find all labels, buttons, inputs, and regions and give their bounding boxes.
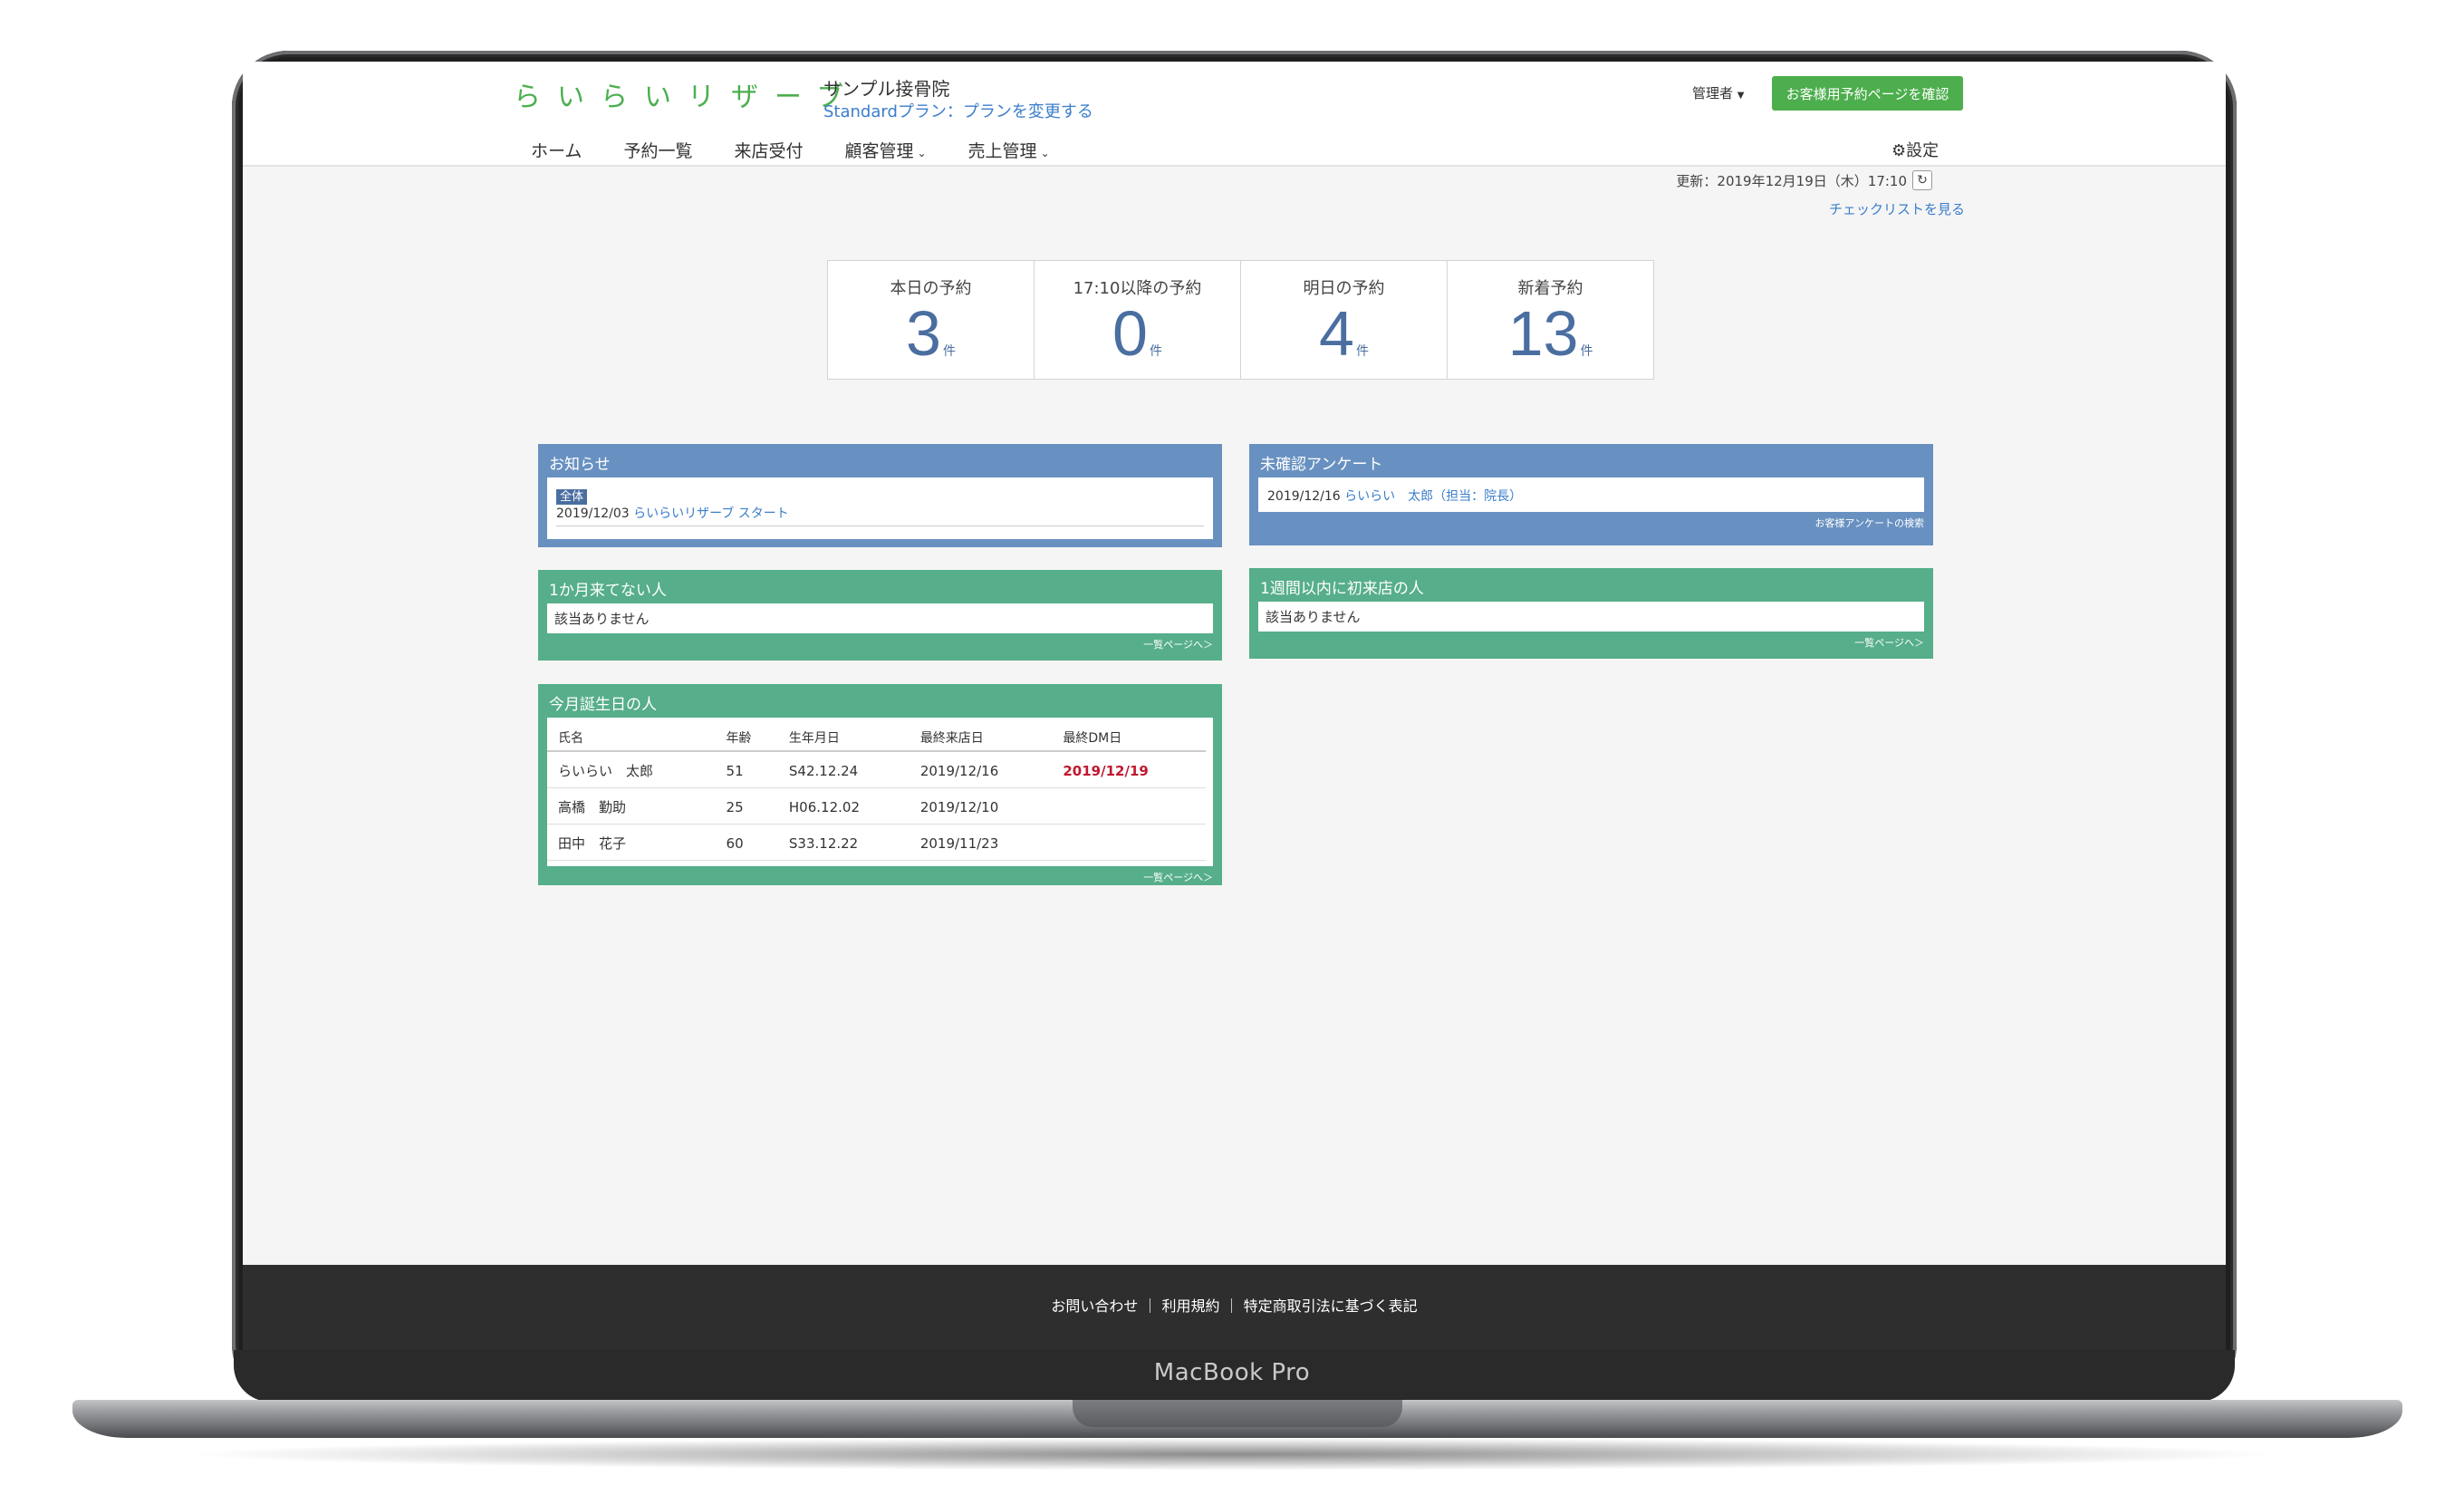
cell-last-dm [1052, 824, 1206, 861]
column-header: 年齢 [715, 721, 778, 752]
notice-tag: 全体 [556, 489, 588, 505]
inactive-panel: 1か月来てない人 該当ありません 一覧ページへ＞ [538, 570, 1222, 661]
updated-text: 更新：2019年12月19日（木）17:10 [1676, 172, 1907, 189]
first-visit-list-link[interactable]: 一覧ページへ＞ [1249, 632, 1933, 653]
birthday-panel: 今月誕生日の人 氏名 年齢 生年月日 最終来店日 最終DM日 らいらい 太郎 5… [538, 684, 1222, 885]
panel-title: 1か月来てない人 [549, 582, 667, 600]
stat-tomorrow[interactable]: 明日の予約 4件 [1241, 261, 1448, 379]
first-visit-panel: 1週間以内に初来店の人 該当ありません 一覧ページへ＞ [1249, 568, 1933, 659]
cell-last-visit: 2019/12/16 [909, 751, 1053, 788]
column-header: 最終DM日 [1052, 721, 1206, 752]
nav-reception[interactable]: 来店受付 [734, 138, 803, 162]
stat-after-time[interactable]: 17:10以降の予約 0件 [1035, 261, 1241, 379]
cell-birth: H06.12.02 [777, 787, 910, 825]
column-header: 氏名 [547, 721, 716, 752]
cell-age: 51 [715, 751, 778, 788]
updated-status: 更新：2019年12月19日（木）17:10 ↻ [1676, 170, 1932, 190]
survey-search-link[interactable]: お客様アンケートの検索 [1249, 512, 1933, 534]
inactive-body: 該当ありません [547, 603, 1213, 633]
customer-page-button[interactable]: お客様用予約ページを確認 [1772, 76, 1963, 111]
panel-title: 未確認アンケート [1260, 456, 1383, 474]
stat-value: 4 [1319, 298, 1354, 369]
stat-unit: 件 [1580, 344, 1593, 359]
stats-bar: 本日の予約 3件 17:10以降の予約 0件 明日の予約 4件 新着予約 13 件 [827, 260, 1654, 380]
cell-name: らいらい 太郎 [547, 751, 716, 788]
checklist-link[interactable]: チェックリストを見る [1829, 199, 1965, 218]
cell-age: 25 [715, 787, 778, 825]
cell-age: 60 [715, 824, 778, 861]
chevron-down-icon: ⌄ [917, 147, 927, 159]
stat-unit: 件 [942, 344, 956, 359]
cell-last-visit: 2019/11/23 [909, 824, 1053, 861]
stat-label: 17:10以降の予約 [1073, 279, 1202, 298]
table-row[interactable]: 高橋 勤助 25 H06.12.02 2019/12/10 [547, 787, 1206, 825]
table-row[interactable]: 田中 花子 60 S33.12.22 2019/11/23 [547, 824, 1206, 861]
laptop-shadow [181, 1438, 2283, 1471]
footer-links[interactable]: お問い合わせ ｜ 利用規約 ｜ 特定商取引法に基づく表記 [1051, 1297, 1417, 1315]
nav-sales[interactable]: 売上管理 ⌄ [968, 138, 1050, 162]
birthday-list-link[interactable]: 一覧ページへ＞ [538, 866, 1222, 888]
survey-link[interactable]: らいらい 太郎（担当：院長） [1344, 489, 1522, 504]
panel-title: 1週間以内に初来店の人 [1260, 580, 1424, 598]
clinic-name: サンプル接骨院 [823, 78, 950, 100]
cell-name: 高橋 勤助 [547, 787, 716, 825]
table-row[interactable]: らいらい 太郎 51 S42.12.24 2019/12/16 2019/12/… [547, 751, 1206, 788]
column-header: 生年月日 [777, 721, 910, 752]
top-header: らいらいリザーブ サンプル接骨院 Standardプラン：プランを変更する 管理… [243, 62, 2226, 167]
survey-date: 2019/12/16 [1267, 489, 1341, 504]
caret-down-icon: ▼ [1737, 91, 1745, 101]
stat-value: 3 [906, 298, 941, 369]
birthday-table: 氏名 年齢 生年月日 最終来店日 最終DM日 らいらい 太郎 51 S42.12… [547, 721, 1206, 861]
app-logo[interactable]: らいらいリザーブ [514, 74, 860, 114]
cell-birth: S42.12.24 [777, 751, 910, 788]
stat-today[interactable]: 本日の予約 3件 [828, 261, 1035, 379]
notice-panel: お知らせ 全体 2019/12/03 らいらいリザーブ スタート [538, 444, 1222, 547]
table-header-row: 氏名 年齢 生年月日 最終来店日 最終DM日 [547, 721, 1206, 752]
nav-customers[interactable]: 顧客管理 ⌄ [844, 138, 926, 162]
stat-value: 13 [1507, 298, 1579, 369]
column-header: 最終来店日 [909, 721, 1053, 752]
plan-change-link[interactable]: Standardプラン：プランを変更する [823, 99, 1093, 122]
admin-label: 管理者 [1692, 85, 1734, 101]
page-footer: お問い合わせ ｜ 利用規約 ｜ 特定商取引法に基づく表記 [243, 1265, 2226, 1350]
gear-icon: ⚙ [1891, 141, 1907, 160]
survey-body: 2019/12/16 らいらい 太郎（担当：院長） [1258, 477, 1924, 512]
main-nav: ホーム 予約一覧 来店受付 顧客管理 ⌄ 売上管理 ⌄ [531, 138, 1050, 162]
cell-name: 田中 花子 [547, 824, 716, 861]
refresh-icon[interactable]: ↻ [1912, 170, 1932, 190]
chevron-down-icon: ⌄ [1040, 147, 1050, 159]
survey-panel: 未確認アンケート 2019/12/16 らいらい 太郎（担当：院長） お客様アン… [1249, 444, 1933, 545]
cell-last-visit: 2019/12/10 [909, 787, 1053, 825]
stat-label: 本日の予約 [890, 279, 972, 298]
stat-unit: 件 [1355, 344, 1369, 359]
nav-sales-label: 売上管理 [967, 141, 1037, 161]
birthday-body: 氏名 年齢 生年月日 最終来店日 最終DM日 らいらい 太郎 51 S42.12… [547, 718, 1213, 866]
notice-body: 全体 2019/12/03 らいらいリザーブ スタート [547, 477, 1213, 539]
cell-last-dm: 2019/12/19 [1052, 751, 1206, 788]
settings-label: 設定 [1906, 141, 1939, 160]
notice-item: 2019/12/03 らいらいリザーブ スタート [556, 504, 1204, 526]
inactive-list-link[interactable]: 一覧ページへ＞ [538, 633, 1222, 655]
panel-title: お知らせ [549, 456, 611, 474]
notice-link[interactable]: らいらいリザーブ スタート [633, 506, 789, 521]
panel-title: 今月誕生日の人 [549, 696, 657, 714]
stat-new[interactable]: 新着予約 13 件 [1448, 261, 1653, 379]
stat-label: 新着予約 [1517, 279, 1583, 298]
settings-link[interactable]: ⚙設定 [1891, 138, 1939, 161]
stat-unit: 件 [1149, 344, 1162, 359]
device-brand-label: MacBook Pro [1153, 1359, 1311, 1386]
notice-date: 2019/12/03 [556, 506, 630, 521]
stat-label: 明日の予約 [1303, 279, 1385, 298]
screen: らいらいリザーブ サンプル接骨院 Standardプラン：プランを変更する 管理… [243, 62, 2226, 1350]
cell-birth: S33.12.22 [777, 824, 910, 861]
nav-customers-label: 顧客管理 [844, 141, 914, 161]
laptop-notch [1073, 1400, 1402, 1427]
nav-reservations[interactable]: 予約一覧 [623, 138, 692, 162]
admin-menu[interactable]: 管理者 ▼ [1692, 83, 1745, 102]
cell-last-dm [1052, 787, 1206, 825]
stat-value: 0 [1112, 298, 1148, 369]
first-visit-body: 該当ありません [1258, 602, 1924, 632]
nav-home[interactable]: ホーム [531, 138, 582, 162]
